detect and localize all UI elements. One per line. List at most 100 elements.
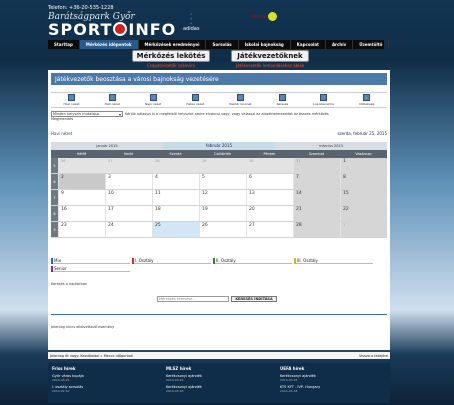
- calendar-day[interactable]: 24: [105, 222, 152, 237]
- weekday-label: Péntek: [263, 152, 276, 156]
- calendar-day[interactable]: 22: [340, 206, 387, 221]
- calendar-day[interactable]: 26: [58, 158, 105, 173]
- calendar-day[interactable]: 28: [152, 158, 199, 173]
- calendar-day[interactable]: 17: [105, 206, 152, 221]
- toolbar-button[interactable]: Keresés: [276, 93, 289, 107]
- calendar-day[interactable]: 18: [152, 206, 199, 221]
- view-icon: [108, 94, 116, 101]
- back-to-top-link[interactable]: Vissza a tetejére: [359, 354, 388, 358]
- toolbar-button[interactable]: Időbeliség: [359, 93, 374, 107]
- calendar-week: 7 9 10 11 12 13 14 15: [51, 190, 387, 206]
- calendar-day[interactable]: 29: [199, 158, 246, 173]
- filter-row: Minden helyszín mutatása Kérjük válasszi…: [51, 110, 387, 117]
- tennis-label: tennis: [252, 14, 268, 20]
- legend: Mix I. Osztály II. Osztály III. Osztály Seni…: [51, 257, 387, 272]
- toolbar-label: Keresés: [276, 102, 289, 106]
- news-date: 2014-03-25: [52, 378, 70, 382]
- month-tab[interactable]: február 2015: [163, 142, 275, 150]
- toolbar-button[interactable]: Napi nézet: [145, 93, 161, 107]
- legend-label: I. Osztály: [135, 258, 154, 263]
- calendar-day[interactable]: 27: [105, 158, 152, 173]
- calendar-day[interactable]: 12: [199, 190, 246, 205]
- promo-matches-sub: Csapatvezetők számára: [147, 63, 195, 68]
- toolbar-button[interactable]: Hetes nézet: [186, 93, 204, 107]
- calendar-day[interactable]: 3: [105, 174, 152, 189]
- nav-item[interactable]: Mérkőzés időpontok: [79, 40, 139, 49]
- promo-referees-sub: Játékvezetők lemondásához ablak: [235, 63, 305, 68]
- toolbar-button[interactable]: Heti nézet: [105, 93, 120, 107]
- calendar-day[interactable]: 21: [293, 206, 340, 221]
- calendar-day[interactable]: 10: [105, 190, 152, 205]
- legend-item[interactable]: Mix: [51, 257, 130, 264]
- adidas-logo[interactable]: ⋮ adidas: [183, 12, 199, 32]
- weekday-label: Szombat: [308, 152, 325, 156]
- calendar-week: 5 26 27 28 29 30 31 1: [51, 158, 387, 174]
- calendar-day[interactable]: 20: [246, 206, 293, 221]
- calendar-day[interactable]: 16: [58, 206, 105, 221]
- nav-item[interactable]: Üzemtöltő: [353, 40, 390, 49]
- calendar-day[interactable]: 2: [58, 174, 105, 189]
- month-tab[interactable]: március 2015: [275, 142, 387, 150]
- calendar-day[interactable]: 30: [246, 158, 293, 173]
- news-column-title: Friss hírek: [52, 366, 76, 371]
- show-all-link[interactable]: Megjelenítés: [51, 117, 73, 121]
- news-date: 2014-03-18: [166, 389, 184, 393]
- brand-logo[interactable]: SPORT INFO: [48, 20, 176, 39]
- legend-swatch: [294, 257, 296, 264]
- promo-referees-button[interactable]: Játékvezetőknek: [231, 50, 309, 62]
- calendar-day[interactable]: 5: [199, 174, 246, 189]
- calendar-day[interactable]: 1: [340, 158, 387, 173]
- calendar-day[interactable]: 14: [293, 190, 340, 205]
- nav-item[interactable]: Mérkőzések eredményei: [139, 40, 207, 49]
- toolbar-button[interactable]: Lapozás előre: [313, 93, 334, 107]
- news-item[interactable]: KTS KFT - IVP- Hungary 2014-03-18: [280, 385, 386, 393]
- view-icon: [68, 94, 76, 101]
- calendar-day[interactable]: 7: [293, 174, 340, 189]
- news-item[interactable]: Kerékcsonyi ajándék 2014-03-25: [280, 374, 386, 382]
- calendar-day[interactable]: 31: [293, 158, 340, 173]
- calendar-day[interactable]: 27: [246, 222, 293, 237]
- breadcrumb[interactable]: Jelenleg itt vagy: Kezdőoldal » Meccs id…: [50, 354, 133, 358]
- nav-item[interactable]: Starttap: [48, 40, 80, 49]
- week-number: 5: [51, 158, 58, 173]
- calendar-day[interactable]: 9: [58, 190, 105, 205]
- calendar-day[interactable]: 26: [199, 222, 246, 237]
- filter-hint: Kérjük válasszi ki a megfelelő helyszínt…: [125, 111, 329, 116]
- calendar-day[interactable]: 1: [340, 222, 387, 237]
- nav-item[interactable]: Iskolai bajnokság: [239, 40, 291, 49]
- main-nav: Starttap Mérkőzés időpontok Mérkőzések ere…: [48, 40, 390, 49]
- calendar-day[interactable]: 19: [199, 206, 246, 221]
- nav-item[interactable]: Archív: [326, 40, 354, 49]
- toolbar-button[interactable]: Havi nézet: [64, 93, 80, 107]
- calendar-day[interactable]: 15: [340, 190, 387, 205]
- tennis-logo[interactable]: tennis: [252, 12, 278, 21]
- month-tab[interactable]: január 2015: [51, 142, 163, 150]
- news-date: 2014-03-18: [280, 389, 298, 393]
- news-item[interactable]: Győr város kupája 2014-03-25: [52, 374, 158, 382]
- legend-item[interactable]: I. Osztály: [132, 257, 211, 264]
- calendar-day[interactable]: 13: [246, 190, 293, 205]
- calendar-day[interactable]: 11: [152, 190, 199, 205]
- search-button[interactable]: KERESÉS INDÍTÁSA: [231, 296, 277, 302]
- search-input[interactable]: Mérkőzés keresése...: [157, 296, 229, 302]
- news-item[interactable]: I. osztály sorsolás 2014-02-10: [52, 385, 158, 393]
- legend-item[interactable]: III. Osztály: [294, 257, 373, 264]
- legend-item[interactable]: II. Osztály: [213, 257, 292, 264]
- news-item[interactable]: Kerékcsonyi ajándék 2014-03-18: [166, 385, 272, 393]
- nav-item[interactable]: Kapcsolat: [291, 40, 326, 49]
- calendar-day[interactable]: 28: [293, 222, 340, 237]
- calendar-day[interactable]: 6: [246, 174, 293, 189]
- calendar-day[interactable]: 8: [340, 174, 387, 189]
- location-select[interactable]: Minden helyszín mutatása: [51, 110, 123, 117]
- news-item[interactable]: Kerékcsonyi ajándék 2014-03-25: [166, 374, 272, 382]
- brand-right: INFO: [128, 20, 177, 39]
- legend-item[interactable]: Senior: [51, 265, 130, 272]
- view-icon: [278, 94, 286, 101]
- promo-matches-button[interactable]: Mérkőzés lekötés: [132, 50, 210, 62]
- calendar-day[interactable]: 4: [152, 174, 199, 189]
- nav-item[interactable]: Sorsolás: [206, 40, 239, 49]
- calendar-day[interactable]: 23: [58, 222, 105, 237]
- calendar-day[interactable]: 25: [152, 222, 199, 237]
- toolbar-button[interactable]: Naptár kivonat: [229, 93, 252, 107]
- week-number: 6: [51, 174, 58, 189]
